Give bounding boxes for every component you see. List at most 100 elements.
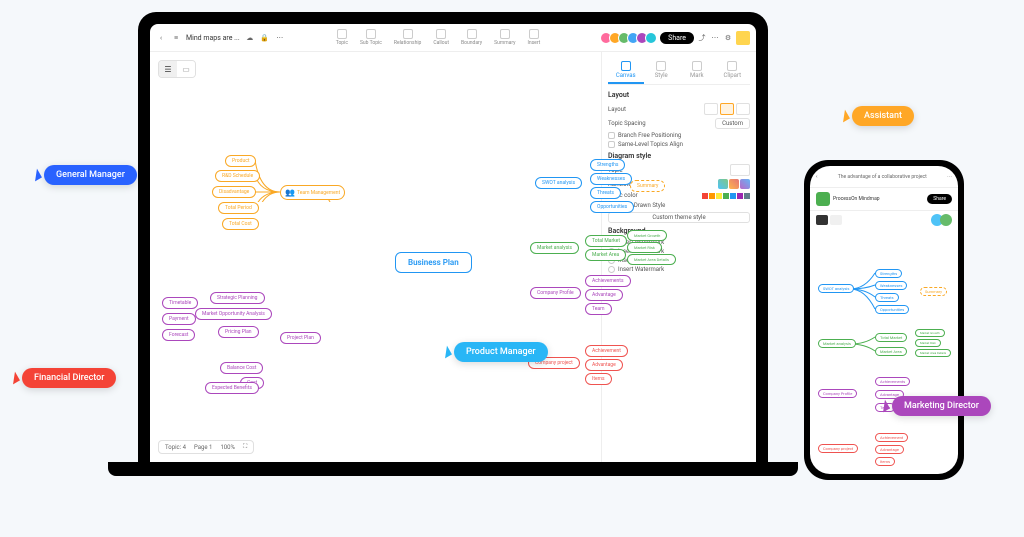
menu-icon[interactable]: ≡	[171, 33, 181, 43]
layout-option-selected[interactable]	[720, 103, 734, 115]
node-leaf[interactable]: Team	[585, 303, 612, 315]
node-leaf[interactable]: Items	[585, 373, 612, 385]
custom-theme-button[interactable]: Custom theme style	[608, 212, 750, 223]
phone-node-leaf[interactable]: Total Market	[875, 333, 907, 342]
phone-canvas[interactable]: SWOT analysis Strengths Weaknesses Threa…	[810, 229, 958, 474]
phone-node-leaf[interactable]: Weaknesses	[875, 281, 907, 290]
avatar[interactable]	[940, 214, 952, 226]
node-leaf[interactable]: Threats	[590, 187, 621, 199]
node-leaf[interactable]: Opportunities	[590, 201, 634, 213]
color-swatch[interactable]	[744, 193, 750, 199]
node-leaf[interactable]: Disadvantage	[212, 186, 256, 198]
node-leaf[interactable]: Strategic Planning	[210, 292, 265, 304]
node-leaf[interactable]: Timetable	[162, 297, 198, 309]
view-outline-icon[interactable]: ▭	[177, 61, 195, 77]
phone-node-leaf[interactable]: Items	[875, 457, 895, 466]
share-button[interactable]: Share	[660, 32, 694, 44]
view-mindmap-icon[interactable]: ☰	[159, 61, 177, 77]
tool-topic[interactable]: Topic	[331, 27, 353, 48]
canvas[interactable]: ☰ ▭	[150, 52, 601, 462]
node-team-management[interactable]: 👥Team Management	[280, 185, 345, 200]
phone-view-tab[interactable]	[830, 215, 842, 225]
node-project-plan[interactable]: Project Plan	[280, 332, 321, 344]
node-leaf[interactable]: Payment	[162, 313, 196, 325]
tab-mark[interactable]: Mark	[679, 58, 715, 84]
overflow-icon[interactable]: ⋯	[947, 174, 952, 180]
node-swot[interactable]: SWOT analysis	[535, 177, 582, 189]
avatar[interactable]	[645, 32, 657, 44]
node-leaf[interactable]: Advantage	[585, 359, 623, 371]
color-swatch[interactable]	[737, 193, 743, 199]
tool-relationship[interactable]: Relationship	[389, 27, 427, 48]
topic-style-option[interactable]	[730, 164, 750, 176]
user-badge[interactable]	[736, 31, 750, 45]
node-leaf[interactable]: Balance Cost	[220, 362, 263, 374]
phone-node-leaf[interactable]: Achievement	[875, 433, 908, 442]
fullscreen-icon[interactable]: ⛶	[243, 443, 247, 451]
node-company-profile[interactable]: Company Profile	[530, 287, 581, 299]
node-market[interactable]: Market analysis	[530, 242, 579, 254]
color-swatch[interactable]	[702, 193, 708, 199]
status-page[interactable]: Page 1	[194, 444, 212, 451]
overflow-icon[interactable]: ⋯	[710, 33, 720, 43]
layout-option[interactable]	[704, 103, 718, 115]
tab-style[interactable]: Style	[644, 58, 680, 84]
color-swatch[interactable]	[709, 193, 715, 199]
phone-node[interactable]: Market analysis	[818, 339, 856, 348]
collaborator-avatars[interactable]	[603, 32, 657, 44]
phone-node-leaf[interactable]: Market Area Details	[915, 349, 951, 357]
checkbox-same-level[interactable]: Same-Level Topics Align	[608, 141, 750, 148]
phone-node-leaf[interactable]: Advantage	[875, 445, 904, 454]
node-leaf[interactable]: Market Risk	[627, 242, 662, 253]
phone-share-button[interactable]: Share	[927, 194, 952, 204]
tab-clipart[interactable]: Clipart	[715, 58, 751, 84]
node-leaf[interactable]: Forecast	[162, 329, 195, 341]
node-leaf[interactable]: Achievements	[585, 275, 631, 287]
node-leaf[interactable]: Weaknesses	[590, 173, 632, 185]
color-swatch[interactable]	[723, 193, 729, 199]
node-leaf[interactable]: Market Growth	[627, 230, 667, 241]
node-leaf[interactable]: Strengths	[590, 159, 625, 171]
node-leaf[interactable]: Pricing Plan	[218, 326, 259, 338]
node-leaf[interactable]: Market Opportunity Analysis	[195, 308, 272, 320]
node-leaf[interactable]: Total Cost	[222, 218, 259, 230]
node-leaf[interactable]: Expected Benefits	[205, 382, 259, 394]
phone-node[interactable]: SWOT analysis	[818, 284, 854, 293]
rainbow-swatch[interactable]	[729, 179, 739, 189]
phone-avatars[interactable]	[934, 214, 952, 226]
tool-insert[interactable]: Insert	[522, 27, 545, 48]
node-leaf[interactable]: Total Period	[218, 202, 259, 214]
lock-icon[interactable]: 🔒	[260, 33, 270, 43]
phone-node-leaf[interactable]: Market Growth	[915, 329, 945, 337]
link-icon[interactable]: ⤴	[697, 33, 707, 43]
phone-view-tab[interactable]	[816, 215, 828, 225]
phone-node-leaf[interactable]: Market Area	[875, 347, 907, 356]
node-leaf[interactable]: Market Area	[585, 249, 626, 261]
rainbow-swatch[interactable]	[740, 179, 750, 189]
phone-node[interactable]: Company Profile	[818, 389, 857, 398]
phone-node-leaf[interactable]: Opportunities	[875, 305, 909, 314]
layout-option[interactable]	[736, 103, 750, 115]
cloud-icon[interactable]: ☁	[245, 33, 255, 43]
node-leaf[interactable]: R&D Schedule	[215, 170, 260, 182]
node-leaf[interactable]: Market Area Details	[627, 254, 676, 265]
tab-canvas[interactable]: Canvas	[608, 58, 644, 84]
tool-subtopic[interactable]: Sub Topic	[355, 27, 387, 48]
more-icon[interactable]: ⋯	[275, 33, 285, 43]
phone-node-leaf[interactable]: Achievements	[875, 377, 910, 386]
node-leaf[interactable]: Achievement	[585, 345, 628, 357]
back-icon[interactable]: ‹	[156, 33, 166, 43]
node-summary[interactable]: Summary	[630, 180, 665, 192]
color-swatch[interactable]	[730, 193, 736, 199]
node-leaf[interactable]: Total Market	[585, 235, 627, 247]
tool-summary[interactable]: Summary	[489, 27, 520, 48]
node-leaf[interactable]: Advantage	[585, 289, 623, 301]
tool-boundary[interactable]: Boundary	[456, 27, 487, 48]
checkbox-branch-free[interactable]: Branch Free Positioning	[608, 132, 750, 139]
status-zoom[interactable]: 100%	[220, 444, 235, 451]
phone-node-leaf[interactable]: Market Risk	[915, 339, 941, 347]
radio-watermark-4[interactable]: Insert Watermark	[608, 266, 750, 273]
node-leaf[interactable]: Product	[225, 155, 256, 167]
color-swatch[interactable]	[716, 193, 722, 199]
phone-node-summary[interactable]: Summary	[920, 287, 947, 296]
